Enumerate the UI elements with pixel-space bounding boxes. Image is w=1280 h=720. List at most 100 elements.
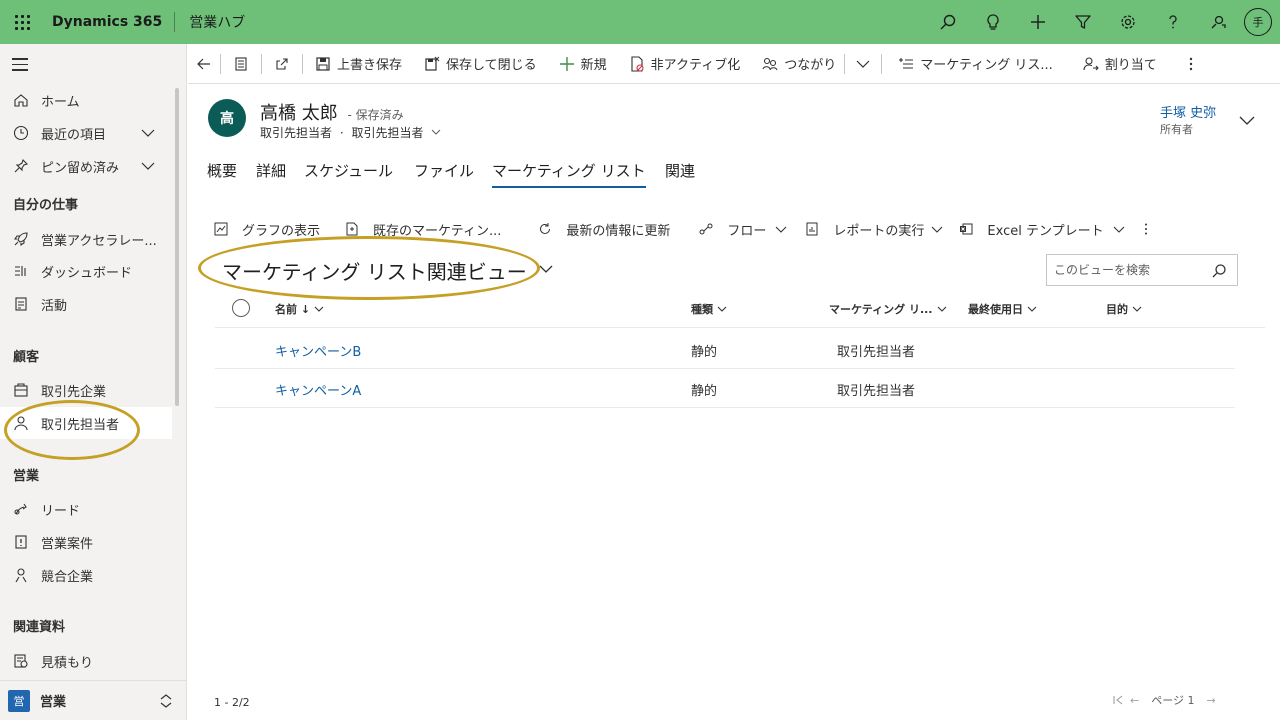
list-add-icon bbox=[899, 57, 914, 69]
sidebar-item-sales-accelerator[interactable]: 営業アクセラレー... bbox=[0, 223, 172, 255]
sidebar-item-opportunities[interactable]: 営業案件 bbox=[0, 526, 172, 558]
search-icon[interactable] bbox=[1211, 263, 1227, 279]
area-switcher[interactable]: 営 営業 bbox=[0, 680, 187, 720]
header-expand-chevron-icon[interactable] bbox=[1238, 113, 1256, 127]
sidebar-item-label: 競合企業 bbox=[41, 569, 94, 585]
tab-files[interactable]: ファイル bbox=[414, 160, 474, 188]
column-header-type[interactable]: 種類 bbox=[691, 301, 727, 317]
ideas-button[interactable] bbox=[970, 0, 1015, 44]
app-name[interactable]: Dynamics 365 bbox=[44, 14, 174, 30]
tab-details[interactable]: 詳細 bbox=[256, 160, 286, 188]
next-page-icon[interactable]: → bbox=[1207, 694, 1216, 707]
tab-related[interactable]: 関連 bbox=[665, 160, 695, 188]
report-icon bbox=[806, 222, 818, 236]
open-new-window-button[interactable] bbox=[262, 44, 302, 84]
activity-icon bbox=[13, 296, 29, 312]
column-header-member-type[interactable]: マーケティング リ... bbox=[829, 301, 947, 317]
filter-icon bbox=[1074, 15, 1091, 29]
tab-marketing-lists[interactable]: マーケティング リスト bbox=[492, 160, 646, 188]
sidebar-scrollbar[interactable] bbox=[175, 88, 179, 406]
cell-name-link[interactable]: キャンペーンB bbox=[275, 341, 361, 360]
sidebar-item-leads[interactable]: リード bbox=[0, 493, 172, 525]
search-button[interactable] bbox=[925, 0, 970, 44]
arrow-left-icon bbox=[197, 58, 210, 69]
help-button[interactable] bbox=[1150, 0, 1195, 44]
chart-icon bbox=[214, 222, 228, 236]
save-button[interactable]: 上書き保存 bbox=[303, 44, 410, 84]
hub-name[interactable]: 営業ハブ bbox=[175, 12, 245, 32]
back-button[interactable] bbox=[188, 44, 220, 84]
app-launcher-button[interactable] bbox=[0, 0, 44, 44]
quick-create-button[interactable] bbox=[1015, 0, 1060, 44]
chevron-down-icon[interactable] bbox=[538, 263, 554, 275]
document-icon bbox=[235, 56, 247, 71]
save-status: - 保存済み bbox=[347, 108, 404, 122]
sidebar-item-quotes[interactable]: 見積もり bbox=[0, 645, 172, 677]
form-selector[interactable]: 取引先担当者 bbox=[352, 126, 424, 140]
settings-button[interactable] bbox=[1105, 0, 1150, 44]
connect-button[interactable]: つながり bbox=[748, 44, 844, 84]
excel-templates-button[interactable]: Excel テンプレート bbox=[953, 220, 1134, 239]
refresh-label: 最新の情報に更新 bbox=[566, 223, 671, 239]
annotation-oval-contacts bbox=[4, 400, 140, 460]
run-report-button[interactable]: レポートの実行 bbox=[797, 220, 953, 239]
table-row[interactable]: キャンペーンA 静的 取引先担当者 bbox=[215, 368, 1235, 408]
column-header-last-used[interactable]: 最終使用日 bbox=[968, 301, 1037, 317]
chevron-down-icon bbox=[856, 60, 870, 68]
dashboard-icon bbox=[13, 263, 29, 279]
quote-icon bbox=[13, 653, 29, 669]
new-button[interactable]: 新規 bbox=[545, 44, 615, 84]
tab-schedule[interactable]: スケジュール bbox=[304, 160, 393, 188]
record-entity-line: 取引先担当者 · 取引先担当者 bbox=[260, 124, 441, 141]
grid-header: 名前 ↓ 種類 マーケティング リ... 最終使用日 目的 bbox=[215, 292, 1265, 328]
assign-button[interactable]: 割り当て bbox=[1061, 44, 1165, 84]
save-and-close-button[interactable]: 保存して閉じる bbox=[410, 44, 545, 84]
sidebar-item-dashboards[interactable]: ダッシュボード bbox=[0, 255, 172, 287]
flow-button[interactable]: フロー bbox=[679, 220, 797, 239]
pop-out-icon bbox=[276, 57, 288, 70]
annotation-oval-view-title bbox=[198, 236, 540, 300]
add-existing-icon bbox=[346, 222, 358, 236]
cell-type: 静的 bbox=[691, 345, 718, 360]
connect-dropdown-button[interactable] bbox=[845, 44, 881, 84]
sidebar-item-competitors[interactable]: 競合企業 bbox=[0, 559, 172, 591]
owner-label: 所有者 bbox=[1160, 123, 1193, 136]
table-row[interactable]: キャンペーンB 静的 取引先担当者 bbox=[215, 329, 1235, 369]
tab-summary[interactable]: 概要 bbox=[207, 160, 237, 188]
add-marketing-label: マーケティング リス... bbox=[920, 58, 1053, 73]
select-all-checkbox[interactable] bbox=[232, 299, 250, 317]
connection-icon bbox=[762, 57, 778, 70]
copilot-button[interactable] bbox=[1195, 0, 1240, 44]
sidebar-item-label: 最近の項目 bbox=[41, 127, 107, 143]
advanced-find-button[interactable] bbox=[1060, 0, 1105, 44]
chevron-down-icon bbox=[937, 306, 946, 312]
more-commands-button[interactable] bbox=[1165, 44, 1213, 84]
chevron-down-icon[interactable] bbox=[140, 125, 156, 141]
owner-name-link[interactable]: 手塚 史弥 bbox=[1160, 102, 1216, 121]
save-close-icon bbox=[425, 56, 440, 71]
first-page-icon[interactable] bbox=[1112, 694, 1124, 706]
view-search-input[interactable] bbox=[1054, 263, 1204, 277]
flow-icon bbox=[699, 223, 713, 235]
refresh-button[interactable]: 最新の情報に更新 bbox=[510, 220, 679, 239]
view-search-box[interactable] bbox=[1046, 254, 1238, 286]
prev-page-icon[interactable]: ← bbox=[1130, 694, 1139, 707]
sidebar-item-home[interactable]: ホーム bbox=[0, 84, 172, 116]
sidebar-item-pinned[interactable]: ピン留め済み bbox=[0, 150, 172, 182]
column-header-name[interactable]: 名前 ↓ bbox=[275, 301, 324, 317]
cell-name-link[interactable]: キャンペーンA bbox=[275, 380, 361, 399]
user-avatar[interactable]: 手 bbox=[1244, 8, 1272, 36]
chevron-down-icon[interactable] bbox=[140, 158, 156, 174]
section-customers: 顧客 bbox=[13, 350, 40, 365]
deactivate-button[interactable]: 非アクティブ化 bbox=[615, 44, 749, 84]
chevron-down-icon[interactable] bbox=[431, 127, 441, 137]
sidebar-item-recent[interactable]: 最近の項目 bbox=[0, 117, 172, 149]
opportunity-icon bbox=[13, 534, 29, 550]
subgrid-more-button[interactable] bbox=[1135, 222, 1162, 236]
column-header-purpose[interactable]: 目的 bbox=[1106, 301, 1142, 317]
add-to-marketing-list-button[interactable]: マーケティング リス... bbox=[882, 44, 1061, 84]
hamburger-menu-icon[interactable] bbox=[12, 58, 28, 75]
form-view-button[interactable] bbox=[221, 44, 261, 84]
show-chart-button[interactable]: グラフの表示 bbox=[205, 220, 329, 239]
sidebar-item-activities[interactable]: 活動 bbox=[0, 288, 172, 320]
